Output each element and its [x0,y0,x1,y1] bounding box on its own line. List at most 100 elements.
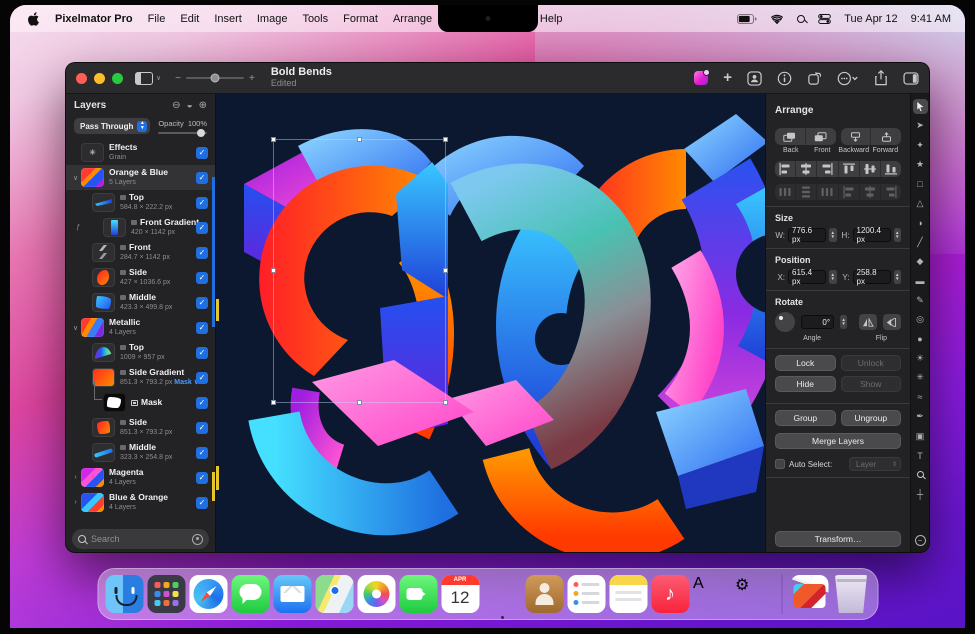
auto-select-dropdown[interactable]: Layer⇕ [849,457,901,471]
move-tool-icon[interactable] [913,99,928,114]
selection-handle[interactable] [443,400,448,405]
disclosure-icon[interactable]: › [70,499,81,506]
mask-link[interactable]: Mask ∨ [172,379,199,386]
send-backward-button[interactable] [841,128,872,145]
layer-visibility-checkbox[interactable]: ✓ [196,397,208,409]
selection-bounding-box[interactable] [273,139,446,403]
smart-select-tool-icon[interactable]: ✦ [913,138,928,153]
flip-horizontal-button[interactable] [883,314,901,330]
clone-tool-icon[interactable]: ◎ [913,312,928,327]
layer-visibility-checkbox[interactable]: ✓ [196,497,208,509]
layer-row-front[interactable]: Front284.7 × 1142 px✓ [66,240,215,265]
selection-handle[interactable] [271,268,276,273]
show-button[interactable]: Show [841,376,902,392]
layer-visibility-checkbox[interactable]: ✓ [196,422,208,434]
distribute-horizontal-button[interactable] [775,184,796,200]
warp-tool-icon[interactable]: ≈ [913,390,928,405]
crop-tool-icon[interactable]: ┼ [913,487,928,502]
layer-row-effects[interactable]: ✳EffectsGrain✓ [66,140,215,165]
unlock-button[interactable]: Unlock [841,355,902,371]
menu-item-format[interactable]: Format [343,13,378,25]
layer-visibility-checkbox[interactable]: ✓ [196,372,208,384]
fill-tool-icon[interactable]: ◆ [913,254,928,269]
align-middle-vertical-button[interactable] [860,161,881,177]
layer-row-middle[interactable]: Middle423.3 × 499.8 px✓ [66,290,215,315]
quick-select-tool-icon[interactable]: ➤ [913,118,928,133]
apple-menu-icon[interactable] [28,12,40,26]
layer-row-top[interactable]: Top584.8 × 222.2 px✓ [66,190,215,215]
minimize-button[interactable] [94,73,105,84]
color-adjust-tool-icon[interactable]: ◑ [913,215,928,230]
selection-handle[interactable] [271,137,276,142]
canvas[interactable] [216,94,765,553]
retouch-tool-icon[interactable]: ✳ [913,370,928,385]
dock-reminders-icon[interactable] [567,575,605,613]
align-bottom-button[interactable] [881,161,901,177]
dock-trash-icon[interactable] [832,575,870,613]
dock-launchpad-icon[interactable] [147,575,185,613]
angle-field[interactable]: 0° [801,315,834,329]
layer-visibility-checkbox[interactable]: ✓ [196,147,208,159]
opacity-slider[interactable] [158,132,207,134]
menu-item-edit[interactable]: Edit [180,13,199,25]
share-icon[interactable] [874,69,888,87]
dock-app-store-icon[interactable]: A [693,575,731,613]
info-icon[interactable] [777,69,792,87]
distribute-center-button[interactable] [860,184,881,200]
dock-mail-icon[interactable] [273,575,311,613]
x-stepper[interactable]: ▲▼ [829,270,837,284]
align-top-button[interactable] [839,161,860,177]
sidebar-toggle-button[interactable]: ∨ [135,69,161,87]
pen-tool-icon[interactable]: ✒ [913,409,928,424]
dock-notes-icon[interactable] [609,575,647,613]
disclosure-icon[interactable]: ∨ [70,324,81,332]
blend-mode-dropdown[interactable]: Pass Through ▲▼ [74,118,150,134]
width-field[interactable]: 776.6 px [788,228,826,242]
layer-row-orange-blue[interactable]: ∨Orange & Blue5 Layers✓ [66,165,215,190]
flip-vertical-button[interactable] [859,314,877,330]
send-to-back-button[interactable] [775,128,806,145]
menu-item-file[interactable]: File [148,13,166,25]
zoom-in-icon[interactable]: + [249,73,255,84]
selection-handle[interactable] [443,137,448,142]
dock-photos-icon[interactable] [357,575,395,613]
light-tool-icon[interactable]: ☀ [913,351,928,366]
menu-app-name[interactable]: Pixelmator Pro [55,13,133,25]
shape-tool-icon[interactable]: ▣ [913,429,928,444]
fullscreen-button[interactable] [112,73,123,84]
layer-row-side[interactable]: Side851.3 × 793.2 px✓ [66,415,215,440]
menu-item-help[interactable]: Help [540,13,563,25]
add-layer-icon[interactable]: ⊕ [199,100,207,111]
zoom-slider[interactable]: − + [175,73,255,84]
rotate-dial[interactable] [775,312,795,332]
align-center-horizontal-button[interactable] [796,161,817,177]
lock-button[interactable]: Lock [775,355,836,371]
menu-date[interactable]: Tue Apr 12 [844,13,897,25]
x-field[interactable]: 615.4 px [788,270,826,284]
width-stepper[interactable]: ▲▼ [829,228,837,242]
layer-row-magenta[interactable]: ›Magenta4 Layers✓ [66,465,215,490]
layer-row-front-gradient[interactable]: ƒFront Gradient420 × 1142 px✓ [66,215,215,240]
y-stepper[interactable]: ▲▼ [894,270,902,284]
opacity-slider-knob[interactable] [197,129,205,137]
layer-visibility-checkbox[interactable]: ✓ [196,197,208,209]
layer-visibility-checkbox[interactable]: ✓ [196,247,208,259]
spotlight-search-icon[interactable] [797,15,805,23]
selection-handle[interactable] [271,400,276,405]
bring-forward-button[interactable] [871,128,901,145]
distribute-right-button[interactable] [881,184,901,200]
wifi-icon[interactable] [770,14,784,24]
hide-button[interactable]: Hide [775,376,836,392]
menu-item-image[interactable]: Image [257,13,288,25]
height-field[interactable]: 1200.4 px [853,228,891,242]
disclosure-icon[interactable]: › [70,474,81,481]
merge-layers-button[interactable]: Merge Layers [775,433,901,449]
zoom-out-icon[interactable]: − [175,73,181,84]
dock-maps-icon[interactable] [315,575,353,613]
panel-toggle-icon[interactable] [903,69,919,87]
auto-select-checkbox[interactable] [775,459,785,469]
distribute-vertical-button[interactable] [796,184,817,200]
remove-layer-icon[interactable]: ⊖ [172,100,180,111]
dock-stack-icon[interactable] [790,575,828,613]
dock-calendar-icon[interactable]: APR12 [441,575,479,613]
